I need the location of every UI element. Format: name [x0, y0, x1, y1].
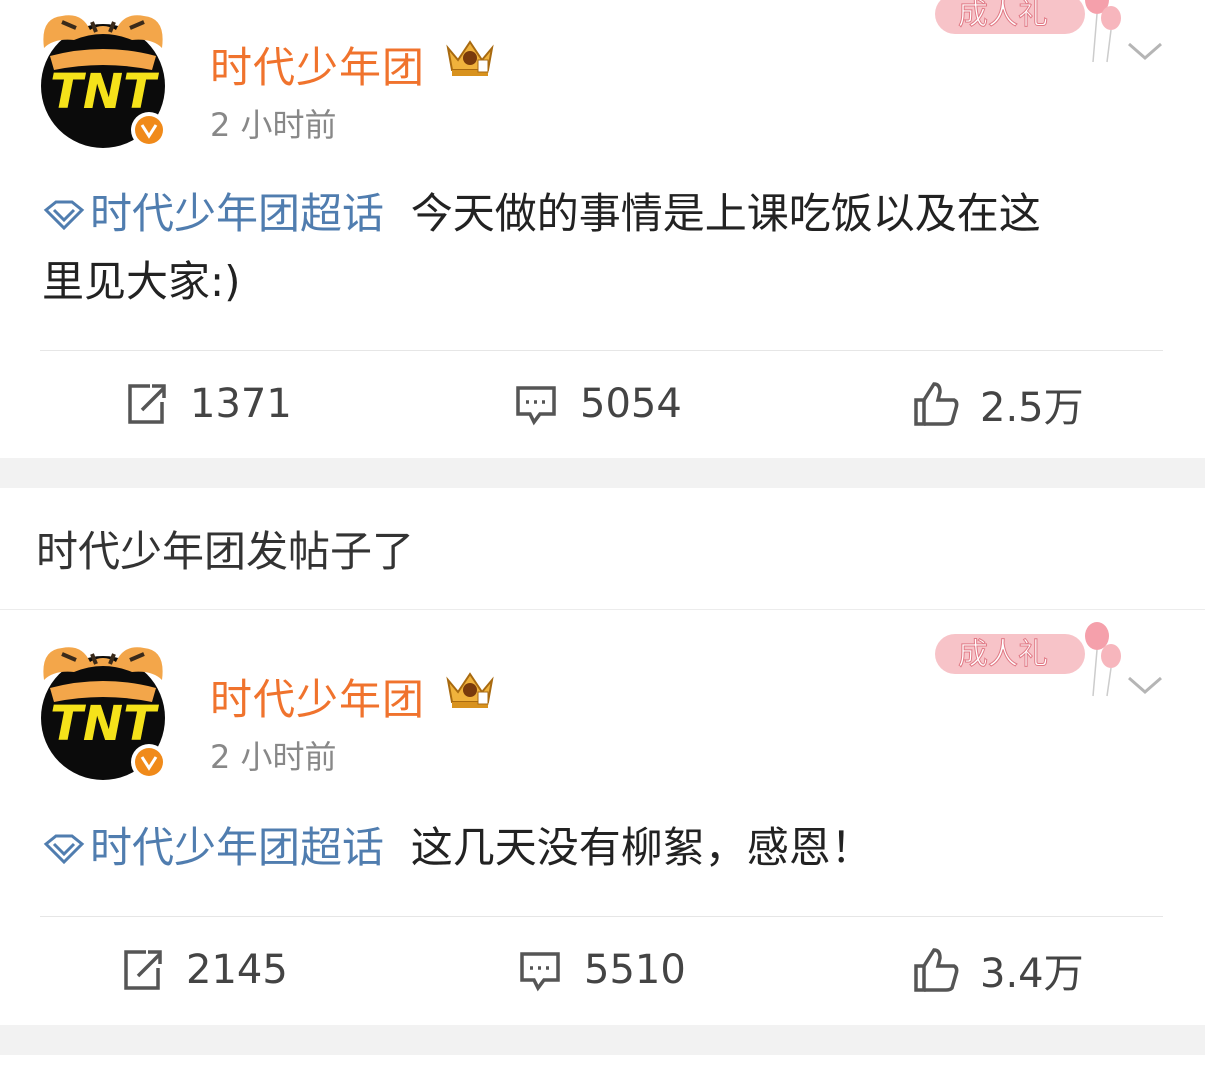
avatar[interactable]: TNT [32, 640, 174, 782]
like-icon [914, 948, 959, 992]
repost-icon [124, 950, 162, 990]
feed-header: 时代少年团发帖子了 [0, 488, 1205, 610]
comment-count: 5510 [584, 947, 686, 993]
topic-diamond-icon [43, 200, 85, 230]
chevron-down-icon[interactable] [1125, 36, 1165, 66]
username[interactable]: 时代少年团 [210, 666, 425, 727]
comment-button[interactable]: 5510 [516, 930, 686, 1010]
svg-text:TNT: TNT [50, 696, 159, 752]
svg-text:TNT: TNT [50, 64, 159, 120]
svg-text:成人礼: 成人礼 [958, 0, 1048, 32]
crown-icon [446, 672, 494, 708]
comment-button[interactable]: 5054 [512, 364, 682, 444]
avatar[interactable]: TNT [32, 8, 174, 150]
like-button[interactable]: 3.4万 [912, 930, 1084, 1010]
svg-text:成人礼: 成人礼 [958, 637, 1048, 672]
coming-of-age-badge: 成人礼 [935, 0, 1121, 63]
feed-header-title: 时代少年团发帖子了 [36, 527, 415, 576]
post-text-line2: 里见大家:) [42, 257, 241, 306]
topic-diamond-icon [43, 834, 85, 864]
repost-icon [128, 384, 166, 424]
comment-icon [520, 952, 560, 992]
post-time: 2 小时前 [210, 738, 337, 776]
like-icon [914, 382, 959, 426]
divider [40, 916, 1163, 917]
repost-count: 1371 [190, 381, 292, 427]
verified-icon [135, 116, 163, 144]
username[interactable]: 时代少年团 [210, 34, 425, 95]
repost-button[interactable]: 2145 [118, 930, 288, 1010]
repost-count: 2145 [186, 947, 288, 993]
post-text-line1: 今天做的事情是上课吃饭以及在这 [410, 189, 1041, 238]
topic-link[interactable]: 时代少年团超话 [42, 189, 384, 238]
post-text-line1: 这几天没有柳絮，感恩！ [410, 823, 873, 872]
post-time: 2 小时前 [210, 106, 337, 144]
action-bar: 2145 5510 3.4万 [0, 930, 1205, 1010]
topic-link[interactable]: 时代少年团超话 [42, 823, 384, 872]
verified-icon [135, 748, 163, 776]
like-count: 2.5万 [980, 385, 1084, 431]
post-content: 时代少年团超话 这几天没有柳絮，感恩！ [42, 814, 1163, 882]
comment-count: 5054 [580, 381, 682, 427]
divider [40, 350, 1163, 351]
post-card[interactable]: TNT 时代少年团 2 小时前 成人礼 时代少年团超话 这几天没有柳絮，感恩！ … [0, 610, 1205, 1025]
crown-icon [446, 40, 494, 76]
chevron-down-icon[interactable] [1125, 670, 1165, 700]
coming-of-age-badge: 成人礼 [935, 622, 1121, 697]
post-card[interactable]: TNT 时代少年团 2 小时前 成人礼 时代少年团超话 今天做的事情是上课吃饭以… [0, 0, 1205, 458]
separator [0, 1025, 1205, 1055]
separator [0, 458, 1205, 488]
like-button[interactable]: 2.5万 [912, 364, 1084, 444]
comment-icon [516, 386, 556, 426]
repost-button[interactable]: 1371 [122, 364, 292, 444]
action-bar: 1371 5054 2.5万 [0, 364, 1205, 444]
like-count: 3.4万 [980, 951, 1084, 997]
post-content: 时代少年团超话 今天做的事情是上课吃饭以及在这 里见大家:) [42, 180, 1163, 316]
